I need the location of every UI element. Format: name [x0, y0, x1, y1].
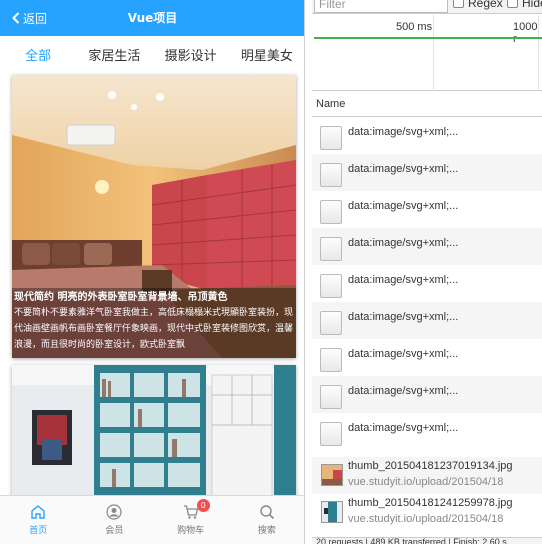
regex-label: Regex	[468, 0, 503, 10]
request-row[interactable]: data:image/svg+xml;...	[312, 265, 542, 302]
tab-member[interactable]: 会员	[76, 496, 152, 544]
card-title: 现代简约 明亮的外表卧室卧室背景墙、吊顶黄色	[14, 292, 228, 303]
file-icon	[320, 422, 342, 446]
request-name: data:image/svg+xml;...	[348, 200, 459, 212]
hide-label: Hide	[522, 0, 542, 10]
name-column-header[interactable]: Name	[312, 91, 542, 117]
search-icon	[260, 505, 274, 520]
file-icon	[320, 385, 342, 409]
request-row[interactable]: data:image/svg+xml;...	[312, 302, 542, 339]
request-row[interactable]: data:image/svg+xml;...	[312, 154, 542, 191]
request-row[interactable]: thumb_201504181241259978.jpg vue.studyit…	[312, 494, 542, 531]
request-row[interactable]: data:image/svg+xml;...	[312, 191, 542, 228]
request-name: data:image/svg+xml;...	[348, 274, 459, 286]
tab-cart-label: 购物车	[177, 526, 205, 536]
request-row[interactable]: data:image/svg+xml;...	[312, 339, 542, 376]
photo-card[interactable]: 现代简约 明亮的外表卧室卧室背景墙、吊顶黄色 不要简朴不要素雅洋气卧室我做主，高…	[12, 75, 296, 358]
image-thumbnail	[321, 464, 343, 486]
request-row[interactable]: data:image/svg+xml;...	[312, 376, 542, 413]
bookshelf-photo	[12, 365, 296, 495]
photo-card[interactable]	[12, 365, 296, 495]
request-name: data:image/svg+xml;...	[348, 311, 459, 323]
filter-input[interactable]: Filter	[314, 0, 448, 13]
devtools-network-panel: Filter Regex Hide 500 ms 1000 r Name dat…	[312, 0, 542, 544]
file-icon	[320, 126, 342, 150]
home-icon	[31, 505, 45, 519]
bottom-tabbar: 首页 会员 0 购物车 搜索	[0, 495, 304, 544]
app-header: 返回 Vue项目	[0, 0, 304, 36]
request-name: thumb_201504181241259978.jpg	[348, 497, 513, 509]
cart-badge: 0	[196, 499, 210, 512]
request-name: thumb_201504181237019134.jpg	[348, 460, 513, 472]
category-tab-photo-design[interactable]: 摄影设计	[153, 45, 229, 64]
request-row[interactable]: data:image/svg+xml;...	[312, 413, 542, 450]
request-url: vue.studyit.io/upload/201504/18	[348, 476, 504, 488]
request-name: data:image/svg+xml;...	[348, 163, 459, 175]
timeline-gridline	[433, 15, 434, 91]
filter-bar: Filter Regex Hide	[312, 0, 542, 14]
request-row[interactable]: data:image/svg+xml;...	[312, 117, 542, 154]
mobile-app: 返回 Vue项目 全部 家居生活 摄影设计 明星美女 现代简约 明亮的外表卧室卧…	[0, 0, 305, 544]
regex-checkbox[interactable]	[453, 0, 464, 8]
photo-feed[interactable]: 现代简约 明亮的外表卧室卧室背景墙、吊顶黄色 不要简朴不要素雅洋气卧室我做主，高…	[0, 72, 304, 495]
network-timeline-overview[interactable]: 500 ms 1000 r	[312, 15, 542, 91]
card-caption: 现代简约 明亮的外表卧室卧室背景墙、吊顶黄色 不要简朴不要素雅洋气卧室我做主，高…	[12, 288, 296, 358]
hide-checkbox[interactable]	[507, 0, 518, 8]
category-tab-all[interactable]: 全部	[0, 45, 76, 64]
file-icon	[320, 311, 342, 335]
file-icon	[320, 348, 342, 372]
dom-content-loaded-line	[314, 37, 542, 39]
request-list[interactable]: data:image/svg+xml;... data:image/svg+xm…	[312, 117, 542, 537]
user-icon	[106, 504, 122, 520]
tab-search[interactable]: 搜索	[229, 496, 304, 544]
card-description: 不要简朴不要素雅洋气卧室我做主，高低床榻榻米式現顯卧室装扮，现代油画壁画帆布画卧…	[14, 308, 294, 350]
file-icon	[320, 163, 342, 187]
tab-cart[interactable]: 0 购物车	[153, 496, 229, 544]
request-url: vue.studyit.io/upload/201504/18	[348, 513, 504, 525]
file-icon	[320, 274, 342, 298]
request-row[interactable]: data:image/svg+xml;...	[312, 228, 542, 265]
network-status-bar: 20 requests | 489 KB transferred | Finis…	[312, 537, 542, 544]
category-tabs: 全部 家居生活 摄影设计 明星美女	[0, 36, 304, 72]
request-name: data:image/svg+xml;...	[348, 422, 459, 434]
image-thumbnail	[321, 501, 343, 523]
tab-home[interactable]: 首页	[0, 496, 76, 544]
category-tab-celebrity[interactable]: 明星美女	[229, 45, 304, 64]
file-icon	[320, 200, 342, 224]
tab-member-label: 会员	[105, 526, 124, 536]
request-name: data:image/svg+xml;...	[348, 237, 459, 249]
request-name: data:image/svg+xml;...	[348, 348, 459, 360]
tab-search-label: 搜索	[257, 526, 276, 536]
category-tab-home-life[interactable]: 家居生活	[76, 45, 152, 64]
request-name: data:image/svg+xml;...	[348, 126, 459, 138]
page-title: Vue项目	[127, 11, 178, 25]
request-name: data:image/svg+xml;...	[348, 385, 459, 397]
tab-home-label: 首页	[29, 526, 48, 536]
timeline-tick-label: 1000 r	[513, 21, 538, 45]
request-row[interactable]: thumb_201504181237019134.jpg vue.studyit…	[312, 457, 542, 494]
file-icon	[320, 237, 342, 261]
timeline-tick-label: 500 ms	[396, 21, 433, 33]
